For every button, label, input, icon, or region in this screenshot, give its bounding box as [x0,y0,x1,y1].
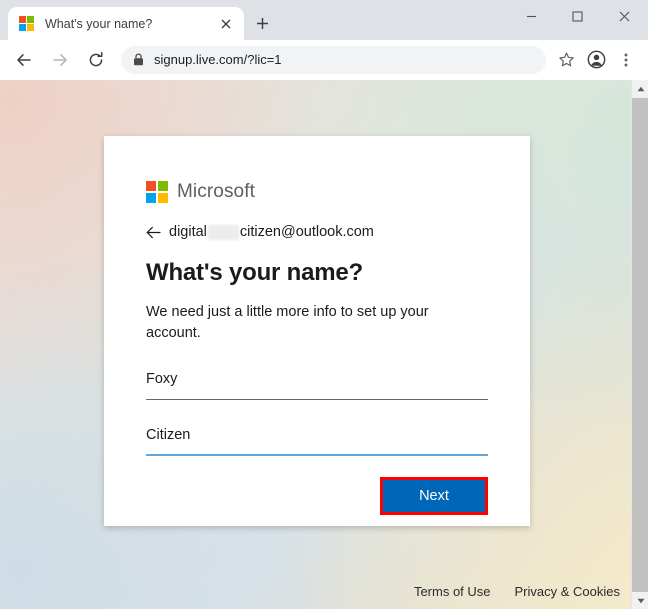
window-controls [508,0,648,32]
tab-title: What's your name? [45,16,153,31]
next-button-highlight: Next [380,477,488,515]
scroll-up-arrow[interactable] [632,80,648,97]
minimize-button[interactable] [508,0,554,32]
browser-window: What's your name? signup.live.com/?lic=1… [0,0,648,609]
new-tab-button[interactable] [249,10,275,36]
form-actions: Next [146,477,488,515]
redaction-block [207,224,239,240]
last-name-input[interactable]: Citizen [146,422,488,456]
page-title: What's your name? [146,259,364,286]
email-suffix: citizen@outlook.com [239,224,374,240]
browser-menu-icon[interactable] [612,46,640,74]
profile-avatar-icon[interactable] [582,46,610,74]
maximize-button[interactable] [554,0,600,32]
next-button[interactable]: Next [383,480,485,512]
address-bar[interactable]: signup.live.com/?lic=1 [121,45,546,74]
first-name-underline [146,399,488,400]
microsoft-logo-icon [19,16,34,31]
microsoft-logo-icon [146,181,168,203]
browser-tab[interactable]: What's your name? [8,7,244,40]
microsoft-brand: Microsoft [146,180,488,204]
signup-card: Microsoft digital citizen@outlook.com Wh… [104,136,530,526]
page-footer: Terms of Use Privacy & Cookies [414,584,620,599]
reload-button[interactable] [81,45,111,75]
first-name-value: Foxy [146,371,178,387]
terms-of-use-link[interactable]: Terms of Use [414,584,491,599]
lock-icon [133,53,144,66]
last-name-underline [146,454,488,456]
email-prefix: digital [169,224,207,240]
tab-strip: What's your name? [0,0,648,40]
last-name-value: Citizen [146,427,191,443]
page-scrollbar[interactable] [631,80,648,609]
forward-button[interactable] [45,45,75,75]
close-window-button[interactable] [600,0,648,32]
privacy-cookies-link[interactable]: Privacy & Cookies [515,584,620,599]
back-arrow-icon[interactable] [146,226,161,239]
first-name-input[interactable]: Foxy [146,366,488,400]
back-button[interactable] [9,45,39,75]
account-email-row: digital citizen@outlook.com [146,222,488,242]
scroll-down-arrow[interactable] [632,592,648,609]
page-subtext: We need just a little more info to set u… [146,304,429,341]
address-bar-url: signup.live.com/?lic=1 [154,52,282,67]
microsoft-wordmark: Microsoft [177,181,255,202]
scrollbar-thumb[interactable] [632,98,648,592]
bookmark-star-icon[interactable] [552,46,580,74]
browser-toolbar: signup.live.com/?lic=1 [0,40,648,80]
close-tab-icon[interactable] [216,14,236,34]
page-viewport: Microsoft digital citizen@outlook.com Wh… [0,80,648,609]
